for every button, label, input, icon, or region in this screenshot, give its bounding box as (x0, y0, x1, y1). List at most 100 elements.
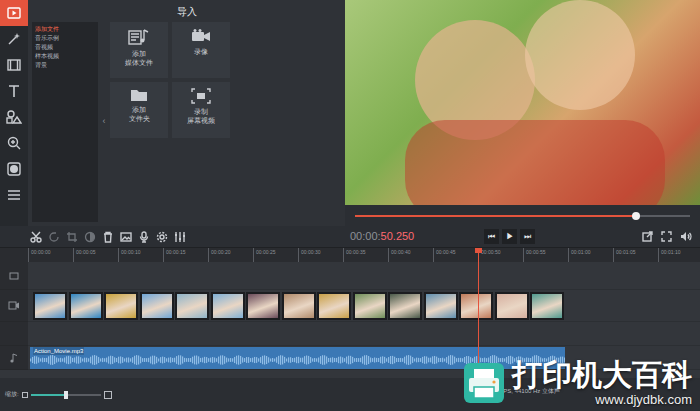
clip-thumbnail (390, 294, 420, 318)
video-clip[interactable] (104, 292, 138, 320)
image-icon[interactable] (120, 231, 132, 243)
export-icon[interactable] (642, 231, 653, 242)
shapes-icon (6, 110, 22, 124)
video-clip[interactable] (388, 292, 422, 320)
equalizer-icon[interactable] (174, 231, 186, 243)
settings-icon[interactable] (156, 231, 168, 243)
previous-frame-button[interactable]: ⏮ (488, 233, 495, 241)
ruler-label: 00:00:35 (346, 248, 365, 256)
tool-button[interactable] (0, 130, 28, 156)
zoom-icon (7, 136, 21, 150)
clip-thumbnail (497, 294, 527, 318)
clip-thumbnail (213, 294, 243, 318)
video-clip[interactable] (317, 292, 351, 320)
spacer-track (0, 322, 700, 346)
video-clip[interactable] (495, 292, 529, 320)
filter-icon (7, 162, 21, 176)
video-clip[interactable] (530, 292, 564, 320)
clip-thumbnail (71, 294, 101, 318)
color-icon[interactable] (84, 231, 96, 243)
video-clip[interactable] (33, 292, 67, 320)
progress-knob[interactable] (632, 212, 640, 220)
ruler-label: 00:00:40 (391, 248, 410, 256)
rotate-icon[interactable] (48, 231, 60, 243)
ruler-label: 00:00:55 (526, 248, 545, 256)
play-button[interactable]: ▶ (506, 233, 514, 241)
title-track-icon[interactable] (9, 272, 19, 280)
playhead[interactable] (478, 248, 479, 378)
cut-icon[interactable] (30, 231, 42, 243)
import-tile[interactable]: 添加 文件夹 (110, 82, 168, 138)
tool-button[interactable] (0, 182, 28, 208)
ruler-label: 00:01:05 (616, 248, 635, 256)
import-tile[interactable]: 添加 媒体文件 (110, 22, 168, 78)
ruler-label: 00:00:10 (121, 248, 140, 256)
volume-icon[interactable] (680, 231, 692, 242)
clip-thumbnail (106, 294, 136, 318)
time-elapsed: 00:00: (350, 228, 381, 245)
tile-label: 录像 (194, 47, 208, 56)
audio-track-icon[interactable] (10, 353, 18, 363)
clip-thumbnail (532, 294, 562, 318)
screen-record-icon (191, 88, 211, 104)
tool-button[interactable] (0, 104, 28, 130)
import-tile[interactable]: 录像 (172, 22, 230, 78)
ruler-label: 00:01:00 (571, 248, 590, 256)
microphone-icon[interactable] (138, 231, 150, 243)
video-clip[interactable] (211, 292, 245, 320)
collapse-button[interactable]: ‹ (103, 115, 106, 129)
fullscreen-icon[interactable] (661, 231, 672, 242)
video-clip[interactable] (140, 292, 174, 320)
category-item[interactable]: 背景 (35, 61, 95, 70)
ruler-label: 00:00:05 (76, 248, 95, 256)
tool-button[interactable] (0, 156, 28, 182)
ruler-label: 00:00:25 (256, 248, 275, 256)
video-clip[interactable] (69, 292, 103, 320)
tool-button[interactable] (0, 52, 28, 78)
tool-button[interactable] (0, 78, 28, 104)
tool-button[interactable] (0, 26, 28, 52)
zoom-in-icon[interactable] (104, 391, 112, 399)
playback-progress[interactable] (355, 215, 690, 217)
category-item[interactable]: 音乐示例 (35, 34, 95, 43)
zoom-knob[interactable] (64, 391, 68, 399)
ruler-label: 00:00:15 (166, 248, 185, 256)
time-ruler: 00:00:0000:00:0500:00:1000:00:1500:00:20… (0, 248, 700, 262)
crop-icon[interactable] (66, 231, 78, 243)
category-item[interactable]: 添加文件 (35, 25, 95, 34)
video-clip[interactable] (282, 292, 316, 320)
media-files-icon (128, 28, 150, 46)
video-track (0, 290, 700, 322)
clip-thumbnail (426, 294, 456, 318)
title-icon (7, 84, 21, 98)
zoom-out-icon[interactable] (22, 392, 28, 398)
clip-thumbnail (319, 294, 349, 318)
next-frame-button[interactable]: ⏭ (524, 233, 531, 241)
import-icon (7, 7, 21, 19)
video-clip[interactable] (424, 292, 458, 320)
tool-sidebar (0, 0, 28, 226)
zoom-fill (31, 394, 66, 396)
time-display: 00:00:50.250 (350, 228, 414, 245)
category-item[interactable]: 音视频 (35, 43, 95, 52)
clip-thumbnail (284, 294, 314, 318)
video-clip[interactable] (353, 292, 387, 320)
time-current: 50.250 (381, 228, 415, 245)
video-clip[interactable] (459, 292, 493, 320)
video-clips (28, 292, 564, 320)
edit-toolbar: 00:00:50.250 ⏮ ▶ ⏭ (0, 226, 700, 248)
video-clip[interactable] (175, 292, 209, 320)
import-tile[interactable]: 录制 屏幕视频 (172, 82, 230, 138)
video-clip[interactable] (246, 292, 280, 320)
ruler-label: 00:00:30 (301, 248, 320, 256)
video-track-icon[interactable] (8, 301, 20, 310)
ruler-label: 00:01:10 (661, 248, 680, 256)
tile-label: 添加 媒体文件 (125, 49, 153, 67)
delete-icon[interactable] (102, 231, 114, 243)
filmstrip-icon (7, 59, 21, 71)
magic-wand-icon (7, 32, 21, 46)
zoom-slider[interactable] (31, 394, 101, 396)
tool-button[interactable] (0, 0, 28, 26)
zoom-label: 缩放: (5, 390, 19, 399)
category-item[interactable]: 样本视频 (35, 52, 95, 61)
